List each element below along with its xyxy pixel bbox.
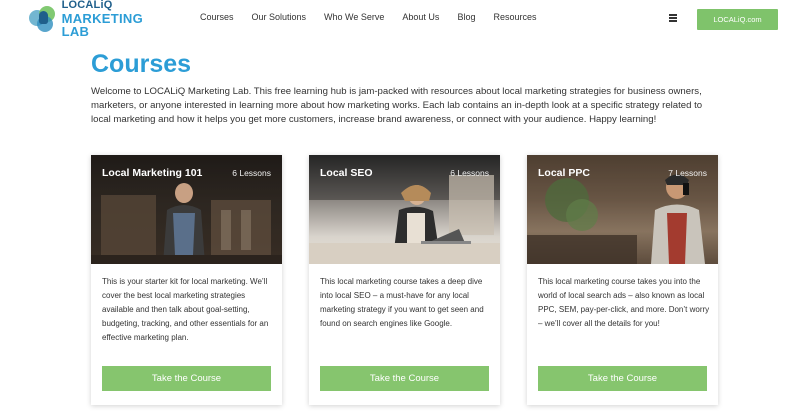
take-course-button[interactable]: Take the Course — [320, 366, 489, 391]
nav-courses[interactable]: Courses — [200, 12, 234, 22]
localiq-site-button[interactable]: LOCALiQ.com — [697, 9, 778, 30]
lesson-count: 6 Lessons — [450, 168, 489, 178]
course-card-local-marketing-101: Local Marketing 101 6 Lessons This is yo… — [91, 155, 282, 405]
nav-about-us[interactable]: About Us — [402, 12, 439, 22]
course-image[interactable]: Local Marketing 101 6 Lessons — [91, 155, 282, 264]
hamburger-menu-icon[interactable] — [669, 14, 677, 22]
course-card-local-ppc: Local PPC 7 Lessons This local marketing… — [527, 155, 718, 405]
course-card-local-seo: Local SEO 6 Lessons This local marketing… — [309, 155, 500, 405]
site-header: LOCALiQ MARKETING LAB Courses Our Soluti… — [0, 0, 800, 40]
take-course-button[interactable]: Take the Course — [102, 366, 271, 391]
lesson-count: 6 Lessons — [232, 168, 271, 178]
nav-resources[interactable]: Resources — [493, 12, 536, 22]
nav-blog[interactable]: Blog — [457, 12, 475, 22]
lesson-count: 7 Lessons — [668, 168, 707, 178]
nav-our-solutions[interactable]: Our Solutions — [252, 12, 307, 22]
card-description: This local marketing course takes a deep… — [320, 277, 484, 328]
card-title: Local PPC — [538, 167, 590, 179]
card-description: This is your starter kit for local marke… — [102, 277, 269, 342]
card-title: Local Marketing 101 — [102, 167, 203, 179]
course-image[interactable]: Local PPC 7 Lessons — [527, 155, 718, 264]
nav-who-we-serve[interactable]: Who We Serve — [324, 12, 384, 22]
page-title: Courses — [91, 50, 192, 78]
card-title: Local SEO — [320, 167, 373, 179]
logo-text-bottom: MARKETING LAB — [61, 11, 144, 39]
take-course-button[interactable]: Take the Course — [538, 366, 707, 391]
localiq-logo[interactable]: LOCALiQ MARKETING LAB — [28, 0, 173, 38]
intro-paragraph: Welcome to LOCALiQ Marketing Lab. This f… — [91, 86, 703, 125]
main-nav: Courses Our Solutions Who We Serve About… — [200, 12, 554, 22]
logo-text-top: LOCALiQ — [61, 0, 113, 11]
lightbulb-logo-icon — [28, 4, 58, 34]
course-image[interactable]: Local SEO 6 Lessons — [309, 155, 500, 264]
card-description: This local marketing course takes you in… — [538, 277, 710, 328]
